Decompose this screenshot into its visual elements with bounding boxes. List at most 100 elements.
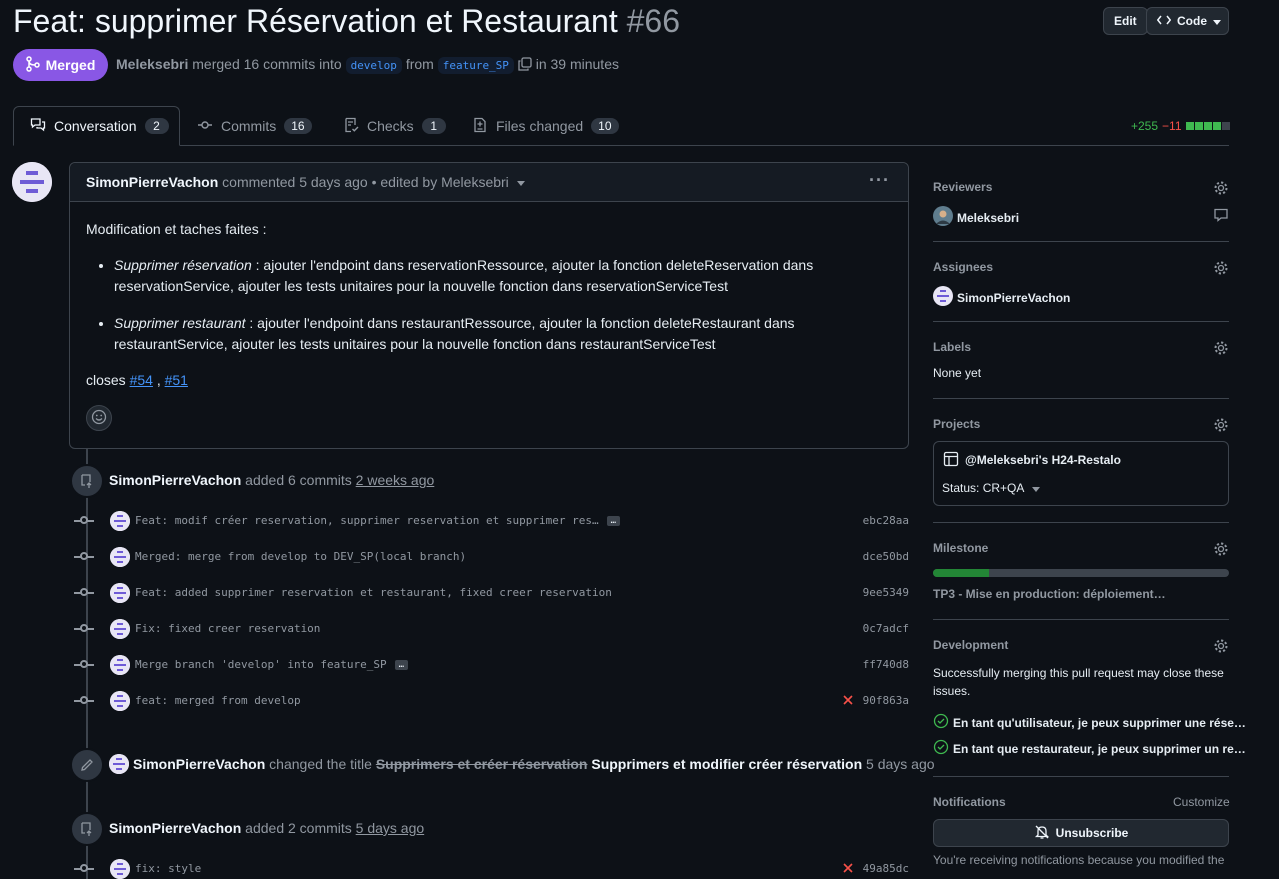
merge-duration: in 39 minutes — [535, 56, 619, 72]
comment-discussion-icon — [30, 117, 46, 136]
avatar[interactable] — [110, 655, 130, 675]
commit-sha[interactable]: 90f863a — [863, 694, 909, 707]
tab-checks[interactable]: Checks 1 — [327, 106, 462, 146]
commit-row[interactable]: fix: style 49a85dc — [74, 859, 909, 879]
event-timestamp[interactable]: 2 weeks ago — [356, 472, 435, 488]
comment-intro: Modification et taches faites : — [86, 221, 267, 237]
commit-message[interactable]: fix: style — [135, 862, 201, 875]
pr-title: Feat: supprimer Réservation et Restauran… — [13, 3, 680, 40]
avatar[interactable] — [110, 691, 130, 711]
development-heading[interactable]: Development — [933, 638, 1229, 652]
commit-row[interactable]: Fix: fixed creer reservation 0c7adcf — [74, 619, 909, 639]
commit-node-icon — [80, 696, 88, 704]
event-timestamp[interactable]: 5 days ago — [866, 756, 935, 772]
pr-title-text: Feat: supprimer Réservation et Restauran… — [13, 3, 618, 39]
commit-message[interactable]: Feat: modif créer reservation, supprimer… — [135, 514, 621, 527]
reviewers-heading[interactable]: Reviewers — [933, 180, 1229, 194]
gear-icon[interactable] — [1213, 260, 1229, 279]
add-reaction-button[interactable] — [86, 405, 112, 431]
project-name[interactable]: @Meleksebri's H24-Restalo — [965, 453, 1121, 467]
event-author[interactable]: SimonPierreVachon — [133, 756, 265, 772]
gear-icon[interactable] — [1213, 340, 1229, 359]
development-section: Development Successfully merging this pu… — [933, 638, 1246, 758]
labels-heading[interactable]: Labels — [933, 340, 1229, 354]
project-status-dropdown[interactable]: Status: CR+QA — [942, 481, 1041, 495]
head-branch[interactable]: feature_SP — [437, 57, 514, 74]
gear-icon[interactable] — [1213, 541, 1229, 560]
x-icon[interactable] — [843, 860, 853, 876]
avatar[interactable] — [109, 754, 129, 774]
comment-author[interactable]: SimonPierreVachon — [86, 174, 218, 190]
gear-icon[interactable] — [1213, 417, 1229, 436]
assignee-item[interactable]: SimonPierreVachon — [933, 286, 1070, 309]
divider — [933, 241, 1229, 242]
avatar[interactable] — [110, 619, 130, 639]
event-author[interactable]: SimonPierreVachon — [109, 472, 241, 488]
commit-sha[interactable]: 9ee5349 — [863, 586, 909, 599]
commit-row[interactable]: Feat: added supprimer reservation et res… — [74, 583, 909, 603]
tab-commits-count: 16 — [284, 118, 312, 134]
avatar[interactable] — [110, 583, 130, 603]
commit-message-text: feat: merged from develop — [135, 694, 301, 707]
avatar[interactable] — [12, 162, 52, 202]
tab-commits[interactable]: Commits 16 — [181, 106, 328, 146]
milestone-heading[interactable]: Milestone — [933, 541, 1229, 555]
projects-section: Projects — [933, 417, 1229, 437]
pr-number: #66 — [626, 3, 680, 39]
commit-sha[interactable]: ebc28aa — [863, 514, 909, 527]
gear-icon[interactable] — [1213, 180, 1229, 199]
edit-button[interactable]: Edit — [1103, 7, 1148, 35]
commit-row[interactable]: feat: merged from develop 90f863a — [74, 691, 909, 711]
unsubscribe-button[interactable]: Unsubscribe — [933, 819, 1229, 847]
commit-sha[interactable]: 0c7adcf — [863, 622, 909, 635]
tab-conversation[interactable]: Conversation 2 — [13, 106, 180, 146]
old-title: Supprimers et créer réservation — [375, 756, 588, 772]
milestone-progress-fill — [933, 569, 990, 577]
issue-link[interactable]: #54 — [130, 372, 153, 388]
linked-issue[interactable]: En tant qu'utilisateur, je peux supprime… — [933, 713, 1246, 732]
commit-message[interactable]: Feat: added supprimer reservation et res… — [135, 586, 612, 599]
assignees-heading[interactable]: Assignees — [933, 260, 1229, 274]
commit-message[interactable]: Merged: merge from develop to DEV_SP(loc… — [135, 550, 466, 563]
commit-message-text: Feat: added supprimer reservation et res… — [135, 586, 612, 599]
issue-link[interactable]: #51 — [165, 372, 188, 388]
comment-meta: SimonPierreVachon commented 5 days ago •… — [86, 174, 525, 190]
expand-commit-button[interactable]: … — [394, 660, 409, 670]
x-icon[interactable] — [843, 692, 853, 708]
gear-icon[interactable] — [1213, 638, 1229, 657]
kebab-menu-icon[interactable]: ··· — [869, 170, 890, 191]
tab-files-changed[interactable]: Files changed 10 — [456, 106, 635, 146]
commit-row[interactable]: Feat: modif créer reservation, supprimer… — [74, 511, 909, 531]
comment-icon — [1213, 207, 1229, 226]
comment-timestamp[interactable]: commented 5 days ago • edited by Melekse… — [222, 174, 509, 190]
event-timestamp[interactable]: 5 days ago — [356, 820, 425, 836]
avatar[interactable] — [110, 511, 130, 531]
expand-commit-button[interactable]: … — [606, 516, 621, 526]
commit-message[interactable]: feat: merged from develop — [135, 694, 301, 707]
issue-open-icon — [933, 713, 949, 732]
merge-from-text: from — [405, 56, 434, 72]
commit-message[interactable]: Merge branch 'develop' into feature_SP… — [135, 658, 409, 671]
caret-down-icon[interactable] — [513, 174, 525, 190]
commit-sha[interactable]: dce50bd — [863, 550, 909, 563]
customize-link[interactable]: Customize — [1173, 795, 1230, 809]
milestone-name[interactable]: TP3 - Mise en production: déploiement… — [933, 587, 1166, 601]
commit-sha[interactable]: ff740d8 — [863, 658, 909, 671]
commit-row[interactable]: Merge branch 'develop' into feature_SP … f… — [74, 655, 909, 675]
task-list: Supprimer réservation : ajouter l'endpoi… — [86, 255, 886, 355]
commit-message[interactable]: Fix: fixed creer reservation — [135, 622, 320, 635]
notifications-reason: You're receiving notifications because y… — [933, 853, 1225, 867]
avatar[interactable] — [110, 547, 130, 567]
caret-down-icon — [1032, 481, 1041, 495]
copy-icon[interactable] — [518, 56, 532, 72]
reviewer-item[interactable]: Meleksebri — [933, 206, 1019, 229]
commit-row[interactable]: Merged: merge from develop to DEV_SP(loc… — [74, 547, 909, 567]
base-branch[interactable]: develop — [345, 57, 402, 74]
projects-heading[interactable]: Projects — [933, 417, 1229, 431]
linked-issue[interactable]: En tant que restaurateur, je peux suppri… — [933, 739, 1246, 758]
merge-author-link[interactable]: Meleksebri — [116, 56, 188, 72]
commit-sha[interactable]: 49a85dc — [863, 862, 909, 875]
code-button[interactable]: Code — [1146, 7, 1229, 35]
event-author[interactable]: SimonPierreVachon — [109, 820, 241, 836]
avatar[interactable] — [110, 859, 130, 879]
